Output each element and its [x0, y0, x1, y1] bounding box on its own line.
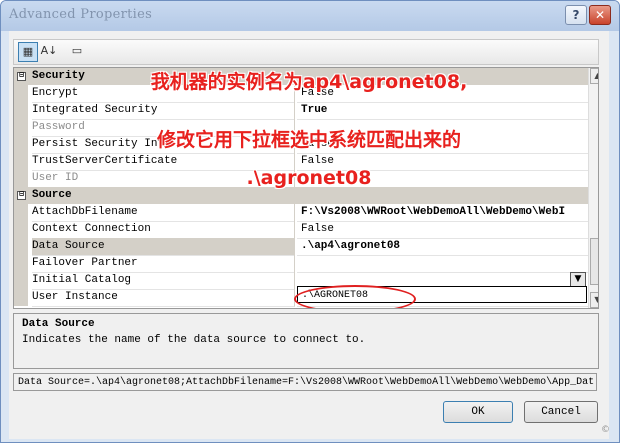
alphabetical-icon[interactable]: A↓	[40, 42, 58, 60]
property-value[interactable]	[297, 272, 588, 273]
property-value[interactable]	[297, 255, 588, 256]
category-gutter	[14, 255, 28, 272]
property-row[interactable]: AttachDbFilename F:\Vs2008\WWRoot\WebDemo…	[14, 204, 588, 222]
highlight-ellipse	[294, 285, 416, 308]
category-gutter	[14, 102, 28, 119]
property-row[interactable]: User ID	[14, 170, 588, 188]
property-row[interactable]: Persist Security Info False	[14, 136, 588, 154]
property-grid: ⊟ Security Encrypt False Integrated Security…	[13, 67, 599, 309]
scroll-up-icon[interactable]: ▲	[590, 68, 598, 84]
property-value[interactable]: False	[297, 153, 588, 171]
watermark: ©	[601, 425, 610, 435]
category-label: Security	[32, 70, 85, 82]
property-description-panel: Data Source Indicates the name of the da…	[13, 313, 599, 369]
category-gutter	[14, 289, 28, 306]
property-value[interactable]: False	[297, 85, 588, 103]
property-value[interactable]	[297, 170, 588, 171]
property-name: Integrated Security	[32, 102, 295, 120]
dialog-content: ▦ A↓ ▭ ⊟ Security Encrypt False Integrated S…	[9, 31, 609, 439]
property-row[interactable]: Context Connection False	[14, 221, 588, 239]
category-gutter	[14, 170, 28, 187]
data-source-dropdown-button[interactable]: ▼	[570, 272, 586, 287]
property-name: Persist Security Info	[32, 136, 295, 154]
property-row[interactable]: Data Source .\ap4\agronet08	[14, 238, 588, 256]
description-text: Indicates the name of the data source to…	[22, 334, 366, 346]
scroll-thumb[interactable]	[590, 238, 598, 285]
property-name: Password	[32, 119, 295, 137]
advanced-properties-dialog: Advanced Properties ? ✕ ▦ A↓ ▭ ⊟ Security…	[0, 0, 620, 443]
property-name: AttachDbFilename	[32, 204, 295, 222]
category-gutter	[14, 221, 28, 238]
category-gutter	[14, 136, 28, 153]
category-gutter	[14, 204, 28, 221]
title-bar[interactable]: Advanced Properties ? ✕	[1, 1, 619, 31]
category-label: Source	[32, 189, 72, 201]
property-value[interactable]: True	[297, 102, 588, 120]
property-name: TrustServerCertificate	[32, 153, 295, 171]
property-name: User Instance	[32, 289, 295, 307]
property-value[interactable]: False	[297, 136, 588, 154]
property-row[interactable]: Integrated Security True	[14, 102, 588, 120]
property-value[interactable]: F:\Vs2008\WWRoot\WebDemoAll\WebDemo\WebI	[297, 204, 588, 222]
property-row[interactable]: Encrypt False	[14, 85, 588, 103]
description-title: Data Source	[22, 318, 95, 330]
cancel-button[interactable]: Cancel	[524, 401, 598, 423]
property-value[interactable]	[297, 119, 588, 120]
help-button[interactable]: ?	[565, 5, 587, 25]
close-button[interactable]: ✕	[589, 5, 611, 25]
property-pages-icon[interactable]: ▭	[68, 42, 86, 60]
property-value[interactable]: False	[297, 221, 588, 239]
category-gutter	[14, 85, 28, 102]
property-row[interactable]: Password	[14, 119, 588, 137]
property-value[interactable]: .\ap4\agronet08	[297, 238, 588, 256]
property-name: Encrypt	[32, 85, 295, 103]
category-row[interactable]: ⊟ Security	[14, 68, 588, 85]
property-name: Context Connection	[32, 221, 295, 239]
collapse-icon[interactable]: ⊟	[17, 191, 26, 200]
category-gutter	[14, 119, 28, 136]
dialog-title: Advanced Properties	[9, 7, 153, 22]
category-row[interactable]: ⊟ Source	[14, 187, 588, 204]
connection-string-field[interactable]: Data Source=.\ap4\agronet08;AttachDbFile…	[13, 373, 597, 391]
property-name: Data Source	[32, 238, 295, 256]
collapse-icon[interactable]: ⊟	[17, 72, 26, 81]
category-gutter	[14, 272, 28, 289]
grid-scrollbar[interactable]: ▲ ▼	[588, 68, 598, 308]
property-name: Failover Partner	[32, 255, 295, 273]
property-name: Initial Catalog	[32, 272, 295, 290]
property-row[interactable]: Failover Partner	[14, 255, 588, 273]
property-name: User ID	[32, 170, 295, 188]
categorized-icon[interactable]: ▦	[18, 42, 38, 62]
scroll-down-icon[interactable]: ▼	[590, 292, 598, 308]
property-grid-toolbar: ▦ A↓ ▭	[13, 39, 599, 65]
property-row[interactable]: TrustServerCertificate False	[14, 153, 588, 171]
category-gutter	[14, 153, 28, 170]
category-gutter	[14, 238, 28, 255]
ok-button[interactable]: OK	[443, 401, 513, 423]
